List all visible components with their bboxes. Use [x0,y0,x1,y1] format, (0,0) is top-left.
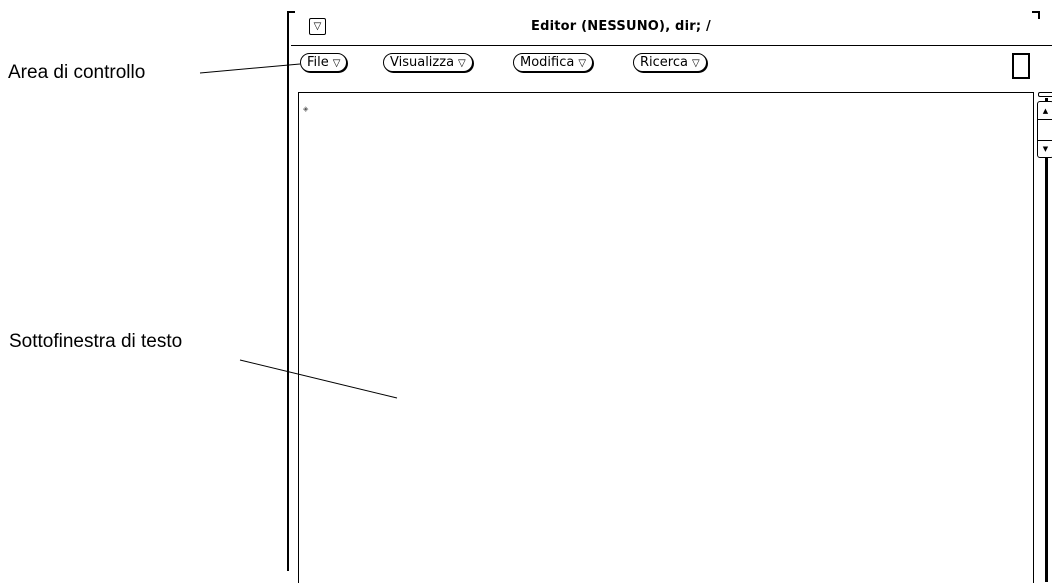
scrollbar-cable[interactable] [1045,98,1048,582]
triangle-down-icon: ▽ [313,21,322,32]
visualizza-menu-button[interactable]: Visualizza ▽ [383,53,473,72]
ricerca-menu-button[interactable]: Ricerca ▽ [633,53,707,72]
window-titlebar[interactable]: ▽ Editor (NESSUNO), dir; / [291,15,1052,46]
file-menu-label: File [307,55,329,70]
window-title: Editor (NESSUNO), dir; / [531,19,711,34]
triangle-down-icon: ▽ [578,58,587,69]
text-subwindow[interactable]: ◈ [298,92,1034,583]
callout-control-area-line [199,63,301,74]
callout-control-area-label: Area di controllo [8,62,146,83]
text-subwindow-right-border [1033,93,1034,583]
control-area: File ▽ Visualizza ▽ Modifica ▽ Ricerca ▽ [291,46,1052,96]
triangle-down-icon: ▽ [458,58,466,69]
callout-text-subwindow-label: Sottofinestra di testo [9,331,183,352]
ricerca-menu-label: Ricerca [640,55,688,70]
visualizza-menu-label: Visualizza [390,55,455,70]
editor-window: ▽ Editor (NESSUNO), dir; / File ▽ Visuali… [287,11,1052,583]
triangle-down-icon: ▽ [332,58,341,69]
modifica-menu-button[interactable]: Modifica ▽ [513,53,594,72]
scrollbar-drag-area[interactable] [1038,120,1052,141]
scrollbar-elevator[interactable]: ▲ ▼ [1037,101,1052,158]
pane-indicator-box [1012,53,1030,79]
window-menu-button[interactable]: ▽ [309,18,326,35]
file-menu-button[interactable]: File ▽ [300,53,348,72]
scroll-up-arrow-icon[interactable]: ▲ [1038,103,1052,120]
scrollbar-top-cable-anchor[interactable] [1038,92,1052,97]
text-caret-icon: ◈ [303,105,309,113]
vertical-scrollbar[interactable]: ▲ ▼ [1037,92,1052,582]
scroll-down-arrow-icon[interactable]: ▼ [1038,141,1052,157]
triangle-down-icon: ▽ [691,58,700,69]
modifica-menu-label: Modifica [520,55,575,70]
